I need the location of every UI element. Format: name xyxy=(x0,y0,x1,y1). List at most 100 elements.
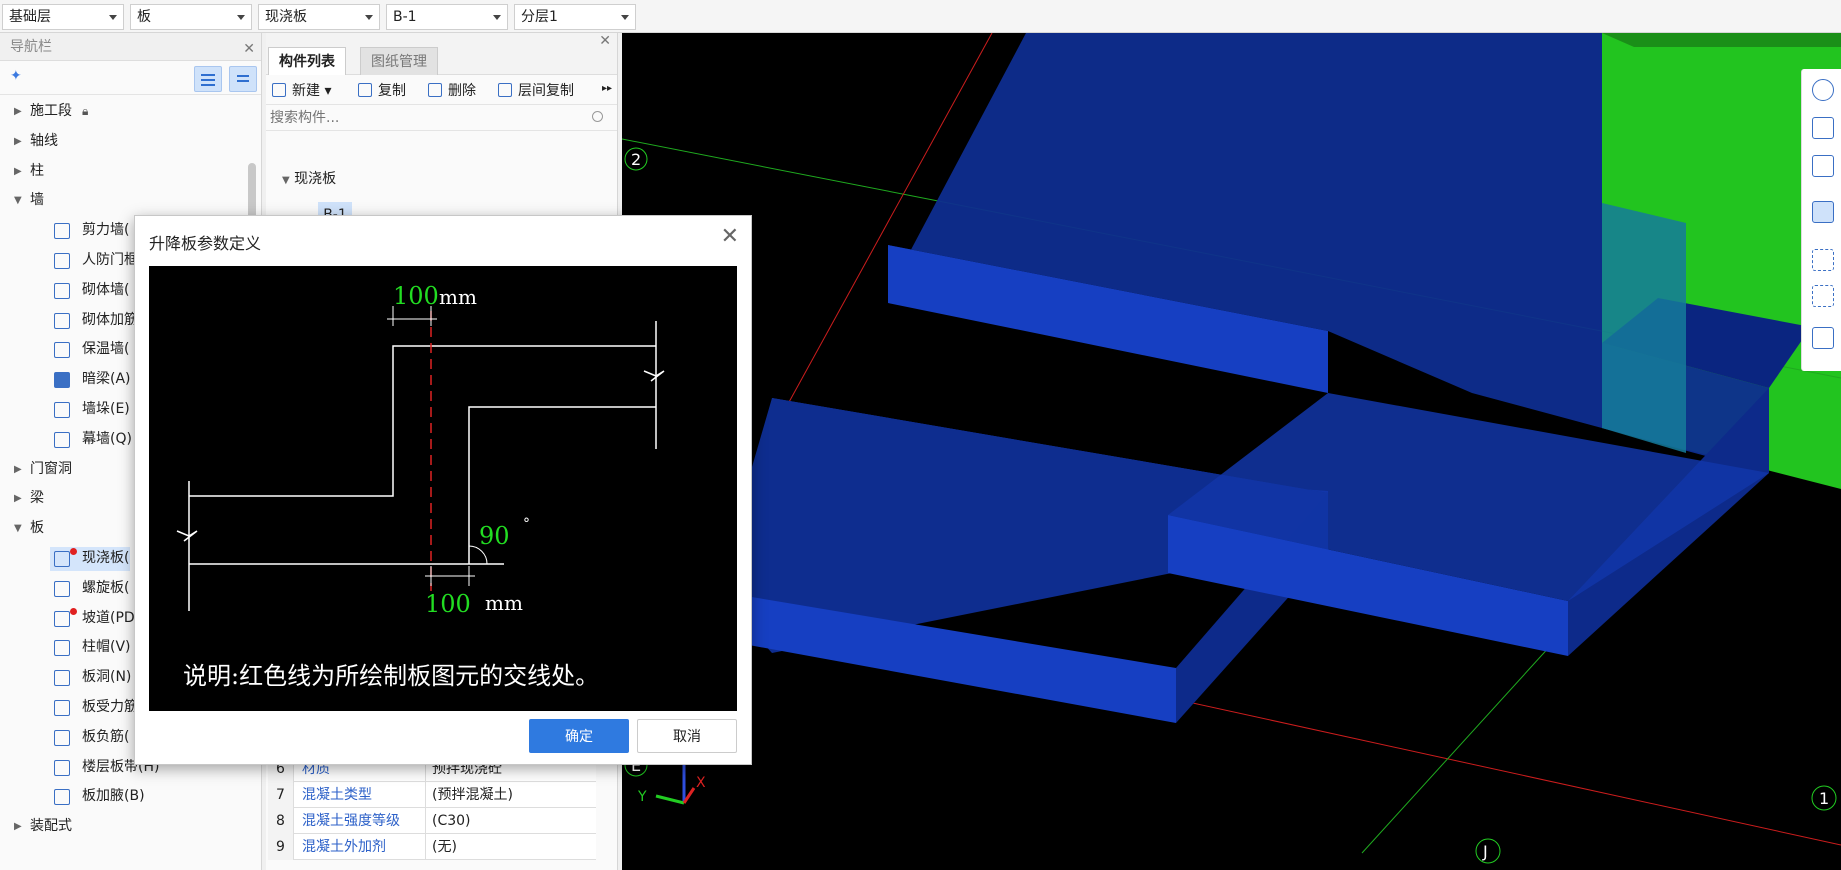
sidebar-item-label: 门窗洞 xyxy=(30,460,72,477)
close-icon[interactable]: ✕ xyxy=(599,33,611,49)
chevron-down-icon[interactable]: ▼ xyxy=(14,514,22,544)
slab-rebar-icon xyxy=(54,699,70,716)
status-dot xyxy=(70,547,77,555)
sidebar-item-label: 砌体墙( xyxy=(82,281,130,298)
x-axis-label: X xyxy=(696,775,706,791)
sidebar-item[interactable]: 板加腋(B) xyxy=(0,782,250,812)
close-icon[interactable]: ✕ xyxy=(721,224,739,249)
trash-icon xyxy=(428,83,442,97)
chevron-right-icon[interactable]: ▶ xyxy=(14,455,22,485)
wall-pier-icon xyxy=(54,401,70,418)
slab-hole-icon xyxy=(54,670,70,687)
sidebar-item-label: 板负筋( xyxy=(82,728,130,745)
status-dot xyxy=(70,607,77,615)
sidebar-item[interactable]: ▶ 装配式 xyxy=(0,812,250,842)
solid-cube-icon[interactable] xyxy=(1812,201,1834,223)
chevron-right-icon[interactable]: ▶ xyxy=(14,484,22,514)
chevron-down-icon xyxy=(493,15,501,20)
ramp-icon xyxy=(54,610,70,627)
3d-viewport[interactable]: 2 1 J E X Y xyxy=(622,33,1841,870)
masonry-rebar-icon xyxy=(54,312,70,329)
chevron-right-icon[interactable]: ▶ xyxy=(14,812,22,842)
sidebar-item-label: 保温墙( xyxy=(82,341,130,358)
sidebar-item-label: 砌体加筋 xyxy=(82,311,138,328)
2d-view-icon[interactable] xyxy=(1812,117,1834,139)
display-settings-icon[interactable] xyxy=(1812,327,1834,349)
confirm-button[interactable]: 确定 xyxy=(529,719,629,753)
list-view-button[interactable] xyxy=(194,66,222,92)
sidebar-item[interactable]: ▼ 墙 xyxy=(0,186,250,216)
row-number: 7 xyxy=(268,782,294,808)
search-icon[interactable] xyxy=(592,111,603,122)
shear-wall-icon xyxy=(54,223,70,240)
property-value[interactable]: (预拌混凝土) xyxy=(425,782,597,808)
sidebar-item-label: 柱 xyxy=(30,162,44,179)
tree-node-cast-slab[interactable]: ▼ 现浇板 xyxy=(282,168,336,188)
sidebar-item[interactable]: ▶ 施工段 🔒︎ xyxy=(0,97,250,127)
sidebar-item-label: 梁 xyxy=(30,490,44,507)
y-axis-label: Y xyxy=(637,789,647,805)
copy-icon xyxy=(358,83,372,97)
cancel-button[interactable]: 取消 xyxy=(637,719,737,753)
delete-button-label: 删除 xyxy=(448,83,476,99)
y-axis xyxy=(655,794,685,805)
sidebar-item-label: 装配式 xyxy=(30,818,72,835)
spiral-slab-icon xyxy=(54,580,70,597)
sidebar-item[interactable]: ▶ 轴线 xyxy=(0,127,250,157)
floor-strip-icon xyxy=(54,759,70,776)
category-select-value: 板 xyxy=(137,9,151,25)
table-row[interactable]: 8 混凝土强度等级 (C30) xyxy=(268,808,596,834)
new-button[interactable]: 新建 ▾ xyxy=(272,80,331,100)
grid-label-1: 1 xyxy=(1819,789,1829,808)
component-select[interactable]: B-1 xyxy=(386,4,508,30)
chevron-right-icon[interactable]: ▶ xyxy=(14,97,22,127)
angle-unit: ° xyxy=(523,516,530,532)
sparkle-icon[interactable]: ✦ xyxy=(10,68,22,84)
chevron-down-icon[interactable]: ▼ xyxy=(14,186,22,216)
close-icon[interactable]: ✕ xyxy=(243,35,255,63)
tab-drawing-management[interactable]: 图纸管理 xyxy=(360,47,438,75)
property-value[interactable]: (无) xyxy=(425,834,597,860)
copy-button[interactable]: 复制 xyxy=(358,80,406,100)
chevron-right-icon[interactable]: ▶ xyxy=(14,127,22,157)
floor-select[interactable]: 基础层 xyxy=(2,4,124,30)
sidebar-item-label: 施工段 xyxy=(30,103,72,119)
delete-button[interactable]: 删除 xyxy=(428,80,476,100)
tab-component-list[interactable]: 构件列表 xyxy=(268,47,346,75)
search-input[interactable] xyxy=(270,107,606,129)
layer-select[interactable]: 分层1 xyxy=(514,4,636,30)
nav-panel-header: 导航栏 ✕ xyxy=(0,33,261,61)
table-row[interactable]: 7 混凝土类型 (预拌混凝土) xyxy=(268,782,596,808)
slab-haunch-icon xyxy=(54,789,70,806)
type-select[interactable]: 现浇板 xyxy=(258,4,380,30)
bottom-dim-value: 100 xyxy=(425,590,471,618)
nav-tools: ✦ xyxy=(0,61,261,95)
sidebar-item-label: 墙垛(E) xyxy=(82,400,130,417)
sidebar-item-label: 柱帽(V) xyxy=(82,639,131,656)
table-row[interactable]: 9 混凝土外加剂 (无) xyxy=(268,834,596,860)
chevron-right-icon[interactable]: ▶ xyxy=(14,157,22,187)
floor-copy-button[interactable]: 层间复制 xyxy=(498,80,574,100)
chevron-down-icon: ▼ xyxy=(282,175,290,186)
sidebar-item[interactable]: ▶ 柱 xyxy=(0,157,250,187)
sidebar-item-label: 坡道(PD xyxy=(82,609,135,626)
detail-view-button[interactable] xyxy=(229,66,257,92)
top-dim-value: 100 xyxy=(393,282,439,310)
civil-door-frame-icon xyxy=(54,252,70,269)
category-select[interactable]: 板 xyxy=(130,4,252,30)
column-cap-icon xyxy=(54,640,70,657)
sidebar-item-label: 现浇板( xyxy=(82,549,130,566)
nav-panel-title: 导航栏 xyxy=(10,39,52,55)
cube-view-icon[interactable] xyxy=(1812,155,1834,177)
select-cube-icon[interactable] xyxy=(1812,285,1834,307)
grid-label-2: 2 xyxy=(631,150,641,169)
view-tool-strip xyxy=(1801,69,1841,371)
chevron-down-icon xyxy=(237,15,245,20)
fit-view-icon[interactable] xyxy=(1812,249,1834,271)
sidebar-item-label: 板 xyxy=(30,520,44,537)
sidebar-item-label: 剪力墙( xyxy=(82,222,130,239)
more-icon[interactable]: ▸▸ xyxy=(602,83,612,94)
orbit-icon[interactable] xyxy=(1812,79,1834,101)
property-value[interactable]: (C30) xyxy=(425,808,597,834)
bottom-dim-unit: mm xyxy=(485,591,523,615)
